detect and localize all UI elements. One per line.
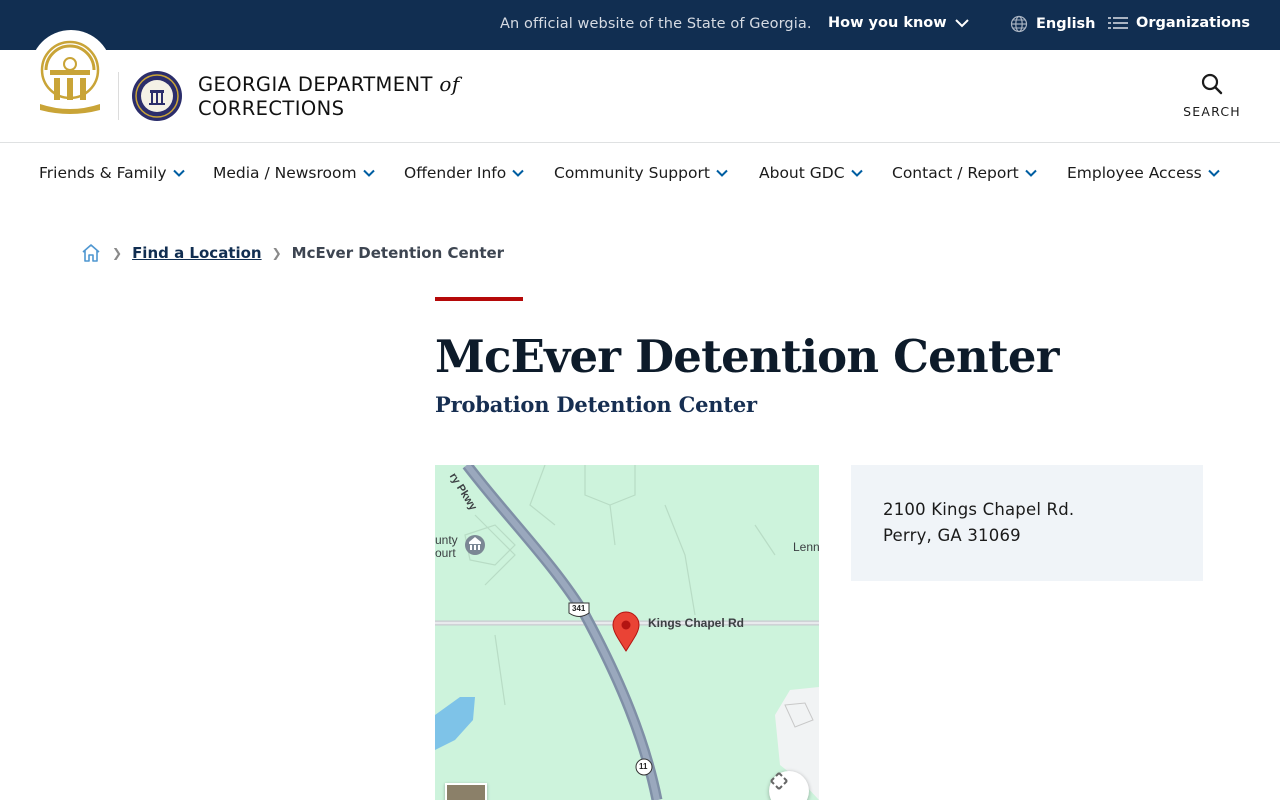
map-shield-11-label: 11	[639, 762, 648, 771]
address-line-1: 2100 Kings Chapel Rd.	[883, 500, 1075, 519]
chevron-down-icon	[362, 169, 375, 177]
search-icon	[1201, 73, 1223, 95]
site-header	[0, 50, 1280, 143]
page-title: McEver Detention Center	[435, 330, 1059, 383]
site-brand[interactable]: GEORGIA DEPARTMENT of CORRECTIONS	[198, 72, 460, 121]
map-label-court-2: ourt	[435, 546, 456, 560]
brand-of: of	[439, 72, 460, 96]
brand-line-2: CORRECTIONS	[198, 97, 345, 120]
search-label: SEARCH	[1183, 104, 1241, 119]
home-icon[interactable]	[80, 242, 102, 264]
nav-item-employee-access[interactable]: Employee Access	[1067, 164, 1220, 182]
nav-item-about-gdc[interactable]: About GDC	[759, 164, 863, 182]
breadcrumb: ❯ Find a Location ❯ McEver Detention Cen…	[80, 240, 504, 266]
gdc-seal-logo[interactable]	[131, 70, 183, 122]
nav-item-label: Contact / Report	[892, 164, 1019, 182]
address-line-2: Perry, GA 31069	[883, 526, 1021, 545]
list-icon	[1108, 17, 1128, 29]
breadcrumb-current: McEver Detention Center	[291, 244, 505, 262]
map-label-edge: Lenn	[793, 540, 819, 554]
nav-item-media-newsroom[interactable]: Media / Newsroom	[213, 164, 375, 182]
nav-item-offender-info[interactable]: Offender Info	[404, 164, 524, 182]
chevron-down-icon	[1025, 169, 1037, 177]
map-pin-icon	[612, 611, 640, 652]
main-nav: Friends & Family Media / Newsroom Offend…	[0, 144, 1280, 204]
nav-item-contact-report[interactable]: Contact / Report	[892, 164, 1037, 182]
search-button[interactable]: SEARCH	[1180, 72, 1244, 124]
map-canvas	[435, 465, 819, 800]
chevron-right-icon: ❯	[271, 246, 282, 260]
map-label-road: Kings Chapel Rd	[648, 616, 745, 630]
chevron-down-icon	[954, 19, 969, 28]
map-label-court-1: unty	[435, 533, 458, 547]
nav-item-label: About GDC	[759, 164, 845, 182]
organizations-label: Organizations	[1136, 15, 1250, 31]
chevron-down-icon	[512, 169, 524, 177]
language-selector[interactable]: English	[1010, 15, 1096, 33]
brand-line-1: GEORGIA DEPARTMENT	[198, 73, 433, 96]
how-you-know-button[interactable]: How you know	[828, 15, 969, 31]
official-site-text: An official website of the State of Geor…	[500, 16, 812, 32]
organizations-button[interactable]: Organizations	[1108, 15, 1250, 31]
header-divider	[118, 72, 119, 120]
location-map[interactable]: ry Pkwy unty ourt Kings Chapel Rd Lenn 3…	[435, 465, 819, 800]
chevron-down-icon	[850, 169, 863, 177]
nav-item-label: Friends & Family	[39, 164, 167, 182]
chevron-right-icon: ❯	[112, 246, 123, 260]
nav-item-label: Community Support	[554, 164, 710, 182]
nav-item-label: Offender Info	[404, 164, 507, 182]
map-satellite-toggle[interactable]	[445, 783, 487, 800]
chevron-down-icon	[172, 169, 185, 177]
title-accent-bar	[435, 297, 523, 301]
chevron-down-icon	[1208, 169, 1220, 177]
fullscreen-icon	[770, 772, 788, 790]
official-banner: An official website of the State of Geor…	[0, 0, 1280, 50]
language-label: English	[1036, 16, 1096, 32]
nav-item-community-support[interactable]: Community Support	[554, 164, 728, 182]
page-subtitle: Probation Detention Center	[435, 392, 757, 417]
chevron-down-icon	[716, 169, 728, 177]
globe-icon	[1010, 15, 1028, 33]
georgia-state-seal-logo[interactable]	[36, 40, 104, 116]
map-shield-341-label: 341	[572, 604, 586, 613]
nav-item-label: Media / Newsroom	[213, 164, 357, 182]
how-you-know-label: How you know	[828, 15, 947, 31]
breadcrumb-link-find-location[interactable]: Find a Location	[132, 244, 262, 262]
address-card: 2100 Kings Chapel Rd. Perry, GA 31069	[851, 465, 1203, 581]
nav-item-friends-family[interactable]: Friends & Family	[39, 164, 185, 182]
nav-item-label: Employee Access	[1067, 164, 1202, 182]
